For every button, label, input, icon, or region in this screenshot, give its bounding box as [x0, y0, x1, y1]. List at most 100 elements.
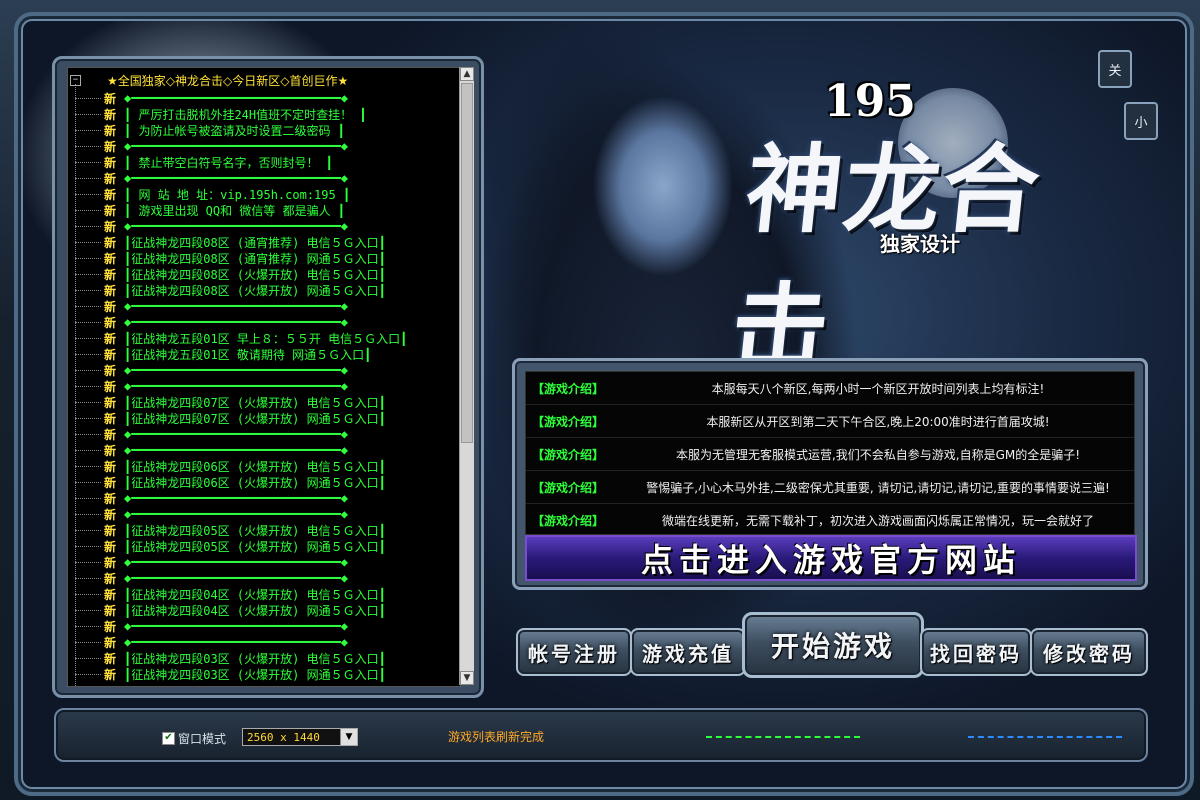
server-row[interactable]: 新 ┃征战神龙四段06区 (火爆开放) 电信５Ｇ入口┃ — [68, 458, 460, 474]
collapse-icon[interactable]: − — [70, 74, 81, 86]
server-row[interactable]: 新 ┃征战神龙四段08区 (火爆开放) 电信５Ｇ入口┃ — [68, 266, 460, 282]
list-scrollbar[interactable]: ▲ ▼ — [459, 67, 474, 685]
server-row[interactable]: 新 ◆━━━━━━━━━━━━━━━━━━━━━━━━━━━━━◆ — [68, 570, 460, 586]
register-label: 帐号注册 — [528, 641, 620, 666]
server-row[interactable]: 新 ◆━━━━━━━━━━━━━━━━━━━━━━━━━━━━━◆ — [68, 314, 460, 330]
server-row[interactable]: 新 ┃ 为防止帐号被盗请及时设置二级密码 ┃ — [68, 122, 460, 138]
server-row[interactable]: 新 ┃征战神龙五段01区 早上８：５５开 电信５Ｇ入口┃ — [68, 330, 460, 346]
chevron-down-icon[interactable]: ▼ — [340, 729, 357, 745]
new-badge: 新 — [104, 347, 117, 362]
recharge-button[interactable]: 游戏充值 — [630, 628, 746, 676]
recover-password-button[interactable]: 找回密码 — [920, 628, 1032, 676]
new-badge: 新 — [104, 427, 117, 442]
new-badge: 新 — [104, 251, 117, 266]
minimize-button[interactable]: 小 — [1124, 102, 1158, 140]
server-row[interactable]: 新 ◆━━━━━━━━━━━━━━━━━━━━━━━━━━━━━◆ — [68, 362, 460, 378]
server-row-text: ┃征战神龙四段04区 (火爆开放) 网通５Ｇ入口┃ — [124, 603, 386, 618]
server-row[interactable]: 新 ◆━━━━━━━━━━━━━━━━━━━━━━━━━━━━━◆ — [68, 490, 460, 506]
tree-branch — [75, 290, 101, 291]
server-row[interactable]: 新 ◆━━━━━━━━━━━━━━━━━━━━━━━━━━━━━◆ — [68, 90, 460, 106]
new-badge: 新 — [104, 619, 117, 634]
tree-branch — [75, 626, 101, 627]
server-row-text: ┃ 严厉打击脱机外挂24H值班不定时查挂！ ┃ — [124, 107, 367, 122]
tree-branch — [75, 146, 101, 147]
server-row[interactable]: 新 ┃ 网 站 地 址：vip.195h.com:195 ┃ — [68, 186, 460, 202]
server-row[interactable]: 新 ┃征战神龙四段08区 (通宵推荐) 网通５Ｇ入口┃ — [68, 250, 460, 266]
server-row[interactable]: 新 ◆━━━━━━━━━━━━━━━━━━━━━━━━━━━━━◆ — [68, 298, 460, 314]
server-row[interactable]: 新 ┃征战神龙四段07区 (火爆开放) 网通５Ｇ入口┃ — [68, 410, 460, 426]
tree-branch — [75, 130, 101, 131]
server-list[interactable]: − ★全国独家◇神龙合击◇今日新区◇首创巨作★ 新 ◆━━━━━━━━━━━━━━… — [67, 67, 461, 687]
new-badge: 新 — [104, 203, 117, 218]
new-badge: 新 — [104, 139, 117, 154]
server-row[interactable]: 新 ┃ 严厉打击脱机外挂24H值班不定时查挂！ ┃ — [68, 106, 460, 122]
new-badge: 新 — [104, 363, 117, 378]
server-row[interactable]: 新 ◆━━━━━━━━━━━━━━━━━━━━━━━━━━━━━◆ — [68, 218, 460, 234]
server-row[interactable]: 新 ◆━━━━━━━━━━━━━━━━━━━━━━━━━━━━━◆ — [68, 138, 460, 154]
server-row-text: ◆━━━━━━━━━━━━━━━━━━━━━━━━━━━━━◆ — [124, 571, 348, 585]
server-row[interactable]: 新 ┃征战神龙四段06区 (火爆开放) 网通５Ｇ入口┃ — [68, 474, 460, 490]
new-badge: 新 — [104, 171, 117, 186]
recharge-label: 游戏充值 — [642, 641, 734, 666]
server-row[interactable]: 新 ◆━━━━━━━━━━━━━━━━━━━━━━━━━━━━━◆ — [68, 426, 460, 442]
server-row[interactable]: 新 ◆━━━━━━━━━━━━━━━━━━━━━━━━━━━━━◆ — [68, 618, 460, 634]
server-row-text: ◆━━━━━━━━━━━━━━━━━━━━━━━━━━━━━◆ — [124, 171, 348, 185]
new-badge: 新 — [104, 555, 117, 570]
server-list-panel: − ★全国独家◇神龙合击◇今日新区◇首创巨作★ 新 ◆━━━━━━━━━━━━━━… — [52, 56, 484, 698]
server-row[interactable]: 新 ┃征战神龙四段03区 (火爆开放) 网通５Ｇ入口┃ — [68, 666, 460, 682]
scroll-thumb[interactable] — [461, 83, 473, 443]
server-row[interactable]: 新 ┃征战神龙四段04区 (火爆开放) 网通５Ｇ入口┃ — [68, 602, 460, 618]
server-row[interactable]: 新 ◆━━━━━━━━━━━━━━━━━━━━━━━━━━━━━◆ — [68, 170, 460, 186]
server-row[interactable]: 新 ┃征战神龙四段08区 (火爆开放) 网通５Ｇ入口┃ — [68, 282, 460, 298]
server-row[interactable]: 新 ┃征战神龙四段05区 (火爆开放) 网通５Ｇ入口┃ — [68, 538, 460, 554]
new-badge: 新 — [104, 475, 117, 490]
tree-branch — [75, 162, 101, 163]
server-row[interactable]: 新 ┃征战神龙四段07区 (火爆开放) 电信５Ｇ入口┃ — [68, 394, 460, 410]
intro-tag: 【游戏介绍】 — [532, 480, 605, 495]
new-badge: 新 — [104, 443, 117, 458]
new-badge: 新 — [104, 523, 117, 538]
close-button[interactable]: 关 — [1098, 50, 1132, 88]
progress-bar-current — [706, 736, 860, 742]
intro-text: 微端在线更新，无需下载补丁，初次进入游戏画面闪烁属正常情况，玩一会就好了 — [661, 513, 1094, 528]
server-row[interactable]: 新 ◆━━━━━━━━━━━━━━━━━━━━━━━━━━━━━◆ — [68, 634, 460, 650]
resolution-select[interactable]: 2560 x 1440 ▼ — [242, 728, 358, 746]
tree-branch — [75, 370, 101, 371]
scroll-down-icon[interactable]: ▼ — [460, 671, 474, 685]
server-row[interactable]: 新 ┃征战神龙四段04区 (火爆开放) 电信５Ｇ入口┃ — [68, 586, 460, 602]
tree-branch — [75, 98, 101, 99]
intro-list: 【游戏介绍】 本服每天八个新区,每两小时一个新区开放时间列表上均有标注! 【游戏介绍… — [525, 371, 1135, 537]
server-row[interactable]: 新 ┃征战神龙五段01区 敬请期待 网通５Ｇ入口┃ — [68, 346, 460, 362]
window-mode-checkbox[interactable]: ✔ — [162, 732, 175, 745]
start-game-button[interactable]: 开始游戏 — [742, 612, 924, 678]
intro-text: 本服每天八个新区,每两小时一个新区开放时间列表上均有标注! — [711, 381, 1045, 396]
server-row[interactable]: 新 ◆━━━━━━━━━━━━━━━━━━━━━━━━━━━━━◆ — [68, 378, 460, 394]
new-badge: 新 — [104, 411, 117, 426]
register-button[interactable]: 帐号注册 — [516, 628, 632, 676]
server-row-text: ┃征战神龙四段06区 (火爆开放) 电信５Ｇ入口┃ — [124, 459, 386, 474]
server-row[interactable]: 新 ┃ 禁止带空白符号名字，否则封号！ ┃ — [68, 154, 460, 170]
scroll-up-icon[interactable]: ▲ — [460, 67, 474, 81]
tree-branch — [75, 498, 101, 499]
new-badge: 新 — [104, 107, 117, 122]
intro-text: 本服新区从开区到第二天下午合区,晚上20:00准时进行首届攻城! — [706, 414, 1050, 429]
change-password-button[interactable]: 修改密码 — [1030, 628, 1148, 676]
server-row[interactable]: 新 ┃征战神龙四段05区 (火爆开放) 电信５Ｇ入口┃ — [68, 522, 460, 538]
server-row[interactable]: 新 ◆━━━━━━━━━━━━━━━━━━━━━━━━━━━━━◆ — [68, 442, 460, 458]
new-badge: 新 — [104, 267, 117, 282]
new-badge: 新 — [104, 187, 117, 202]
tree-root[interactable]: − ★全国独家◇神龙合击◇今日新区◇首创巨作★ — [70, 72, 348, 88]
official-site-button[interactable]: 点击进入游戏官方网站 — [525, 535, 1137, 581]
server-row[interactable]: 新 ◆━━━━━━━━━━━━━━━━━━━━━━━━━━━━━◆ — [68, 554, 460, 570]
server-row[interactable]: 新 ┃征战神龙四段08区 (通宵推荐) 电信５Ｇ入口┃ — [68, 234, 460, 250]
tree-branch — [75, 274, 101, 275]
server-row-text: ┃征战神龙四段05区 (火爆开放) 电信５Ｇ入口┃ — [124, 523, 386, 538]
server-row-text: ◆━━━━━━━━━━━━━━━━━━━━━━━━━━━━━◆ — [124, 379, 348, 393]
tree-branch — [75, 674, 101, 675]
intro-row: 【游戏介绍】 本服新区从开区到第二天下午合区,晚上20:00准时进行首届攻城! — [526, 405, 1134, 438]
tree-branch — [75, 466, 101, 467]
server-row[interactable]: 新 ┃ 游戏里出现 QQ和 微信等 都是骗人 ┃ — [68, 202, 460, 218]
server-row[interactable]: 新 ┃征战神龙四段03区 (火爆开放) 电信５Ｇ入口┃ — [68, 650, 460, 666]
recover-password-label: 找回密码 — [930, 641, 1022, 666]
server-row[interactable]: 新 ◆━━━━━━━━━━━━━━━━━━━━━━━━━━━━━◆ — [68, 506, 460, 522]
